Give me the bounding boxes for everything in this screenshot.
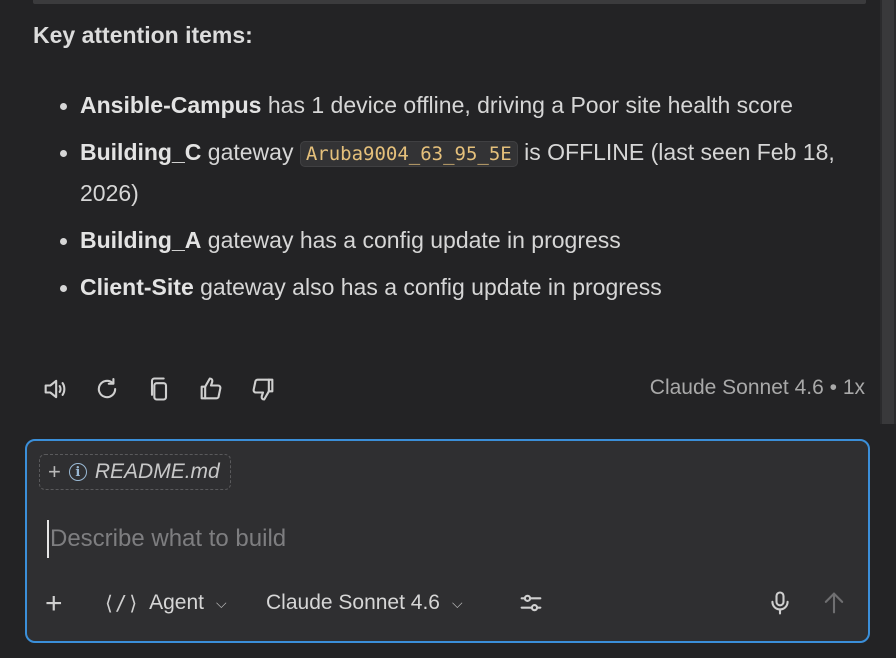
item-text: gateway [201,139,300,165]
chat-composer[interactable]: + i README.md Describe what to build + ⟨… [25,439,870,643]
copy-icon [150,377,168,401]
copy-button[interactable] [144,374,174,404]
attention-list: Ansible-Campus has 1 device offline, dri… [54,86,886,315]
speaker-icon [44,379,66,399]
site-name: Ansible-Campus [80,92,262,118]
item-text: gateway has a config update in progress [201,227,621,253]
response-actions [40,374,278,404]
divider [33,0,866,4]
composer-toolbar: + ⟨/⟩ Agent ⌵ Claude Sonnet 4.6 ⌵ [45,587,850,623]
list-item: Building_C gateway Aruba9004_63_95_5E is… [60,133,886,213]
send-button[interactable] [820,589,848,622]
inline-code: Aruba9004_63_95_5E [299,141,518,167]
thumbs-up-button[interactable] [196,374,226,404]
microphone-icon [771,591,789,615]
context-attachment[interactable]: + i README.md [39,454,231,490]
chevron-down-icon: ⌵ [451,594,463,611]
model-label: Claude Sonnet 4.6 [266,591,440,614]
list-item: Client-Site gateway also has a config up… [60,268,886,307]
tools-button[interactable] [517,589,545,622]
model-picker[interactable]: Claude Sonnet 4.6 ⌵ [266,591,463,615]
info-icon: i [68,463,87,481]
mode-label: Agent [149,591,205,614]
model-name: Claude Sonnet 4.6 [649,376,824,399]
retry-icon [97,378,117,399]
retry-button[interactable] [92,374,122,404]
site-name: Building_C [80,139,202,165]
thumbs-up-icon [200,377,222,400]
item-text: gateway also has a config update in prog… [193,274,662,300]
response-model-info: Claude Sonnet 4.6 • 1x [650,376,865,400]
prompt-input[interactable]: Describe what to build [47,519,847,559]
text-caret [47,520,49,558]
add-button[interactable]: + [45,589,63,619]
site-name: Client-Site [80,274,194,300]
list-item: Ansible-Campus has 1 device offline, dri… [60,86,886,125]
add-context-icon[interactable]: + [48,461,61,483]
voice-input-button[interactable] [766,589,794,622]
site-name: Building_A [80,227,202,253]
chevron-down-icon: ⌵ [216,594,227,611]
cost-multiplier: 1x [842,376,865,399]
item-text: has 1 device offline, driving a Poor sit… [261,92,793,118]
settings-sliders-icon [520,594,542,612]
attachment-filename: README.md [94,460,220,483]
thumbs-down-button[interactable] [248,374,278,404]
thumbs-down-icon [252,378,274,401]
section-heading: Key attention items: [33,22,253,48]
prompt-placeholder: Describe what to build [50,525,287,552]
mode-picker[interactable]: ⟨/⟩ Agent ⌵ [103,591,227,615]
separator: • [829,376,837,399]
send-arrow-icon [824,592,844,614]
list-item: Building_A gateway has a config update i… [60,221,886,260]
read-aloud-button[interactable] [40,374,70,404]
agent-icon: ⟨/⟩ [103,591,140,615]
